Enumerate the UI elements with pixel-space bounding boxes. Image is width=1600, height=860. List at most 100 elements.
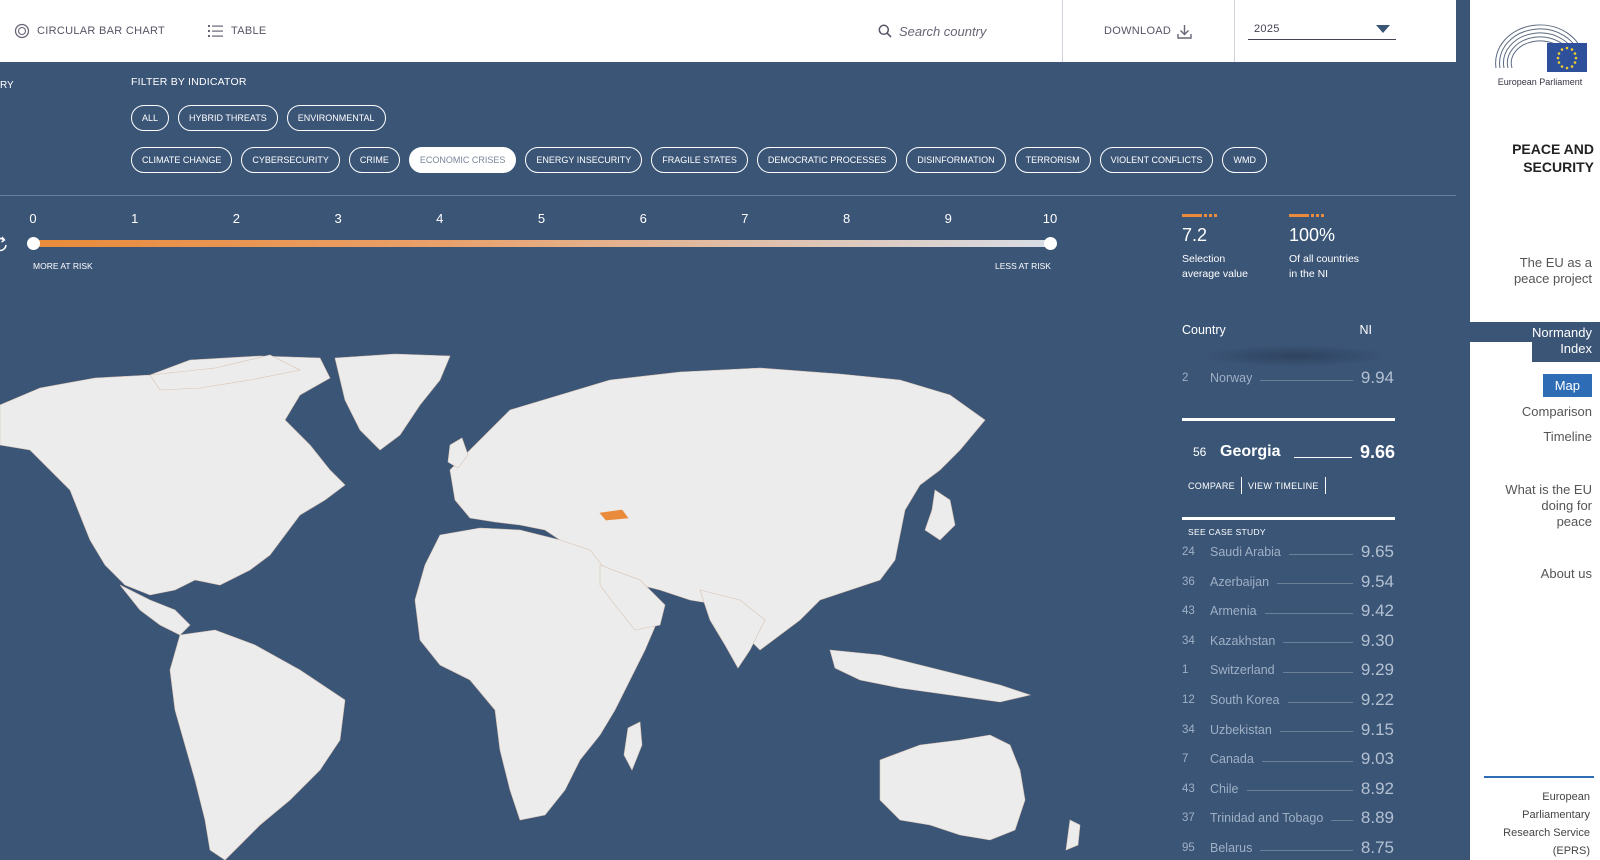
ranking-row[interactable]: 95 Belarus 8.75 bbox=[1182, 838, 1394, 858]
table-tab[interactable]: TABLE bbox=[208, 0, 267, 62]
leader-line bbox=[1287, 701, 1353, 703]
ranking-row[interactable]: 43 Chile 8.92 bbox=[1182, 779, 1394, 799]
range-handle-min[interactable] bbox=[27, 237, 40, 250]
ranking-row[interactable]: 2 Norway 9.94 bbox=[1182, 368, 1394, 388]
ranking-country: Armenia bbox=[1210, 604, 1257, 619]
map-south-america[interactable] bbox=[169, 629, 346, 860]
leader-line bbox=[1331, 819, 1353, 821]
ranking-row[interactable]: 36 Azerbaijan 9.54 bbox=[1182, 572, 1394, 592]
download-icon bbox=[1177, 24, 1192, 39]
map-australia[interactable] bbox=[879, 734, 1026, 841]
scale-tick-label: 2 bbox=[232, 211, 241, 226]
nav-normandy-label: Normandy Index bbox=[1532, 325, 1592, 357]
coverage-label-line-1: Of all countries bbox=[1289, 253, 1360, 265]
filter-group-indicators: CLIMATE CHANGE CYBERSECURITY CRIME ECONOMIC… bbox=[131, 147, 1267, 173]
map-southeast-asia-islands[interactable] bbox=[829, 649, 1032, 703]
ranking-rank: 12 bbox=[1182, 694, 1195, 706]
filter-pill-democratic-processes[interactable]: DEMOCRATIC PROCESSES bbox=[756, 147, 898, 173]
nav-map[interactable]: Map bbox=[1542, 374, 1592, 397]
filter-pill-all[interactable]: ALL bbox=[131, 105, 170, 131]
filter-pill-violent-conflicts[interactable]: VIOLENT CONFLICTS bbox=[1099, 147, 1214, 173]
ranking-country: Saudi Arabia bbox=[1210, 545, 1281, 559]
nav-eu-doing-for-peace[interactable]: What is the EU doing for peace bbox=[1472, 482, 1592, 530]
range-handle-max[interactable] bbox=[1044, 237, 1057, 250]
ranking-value: 9.30 bbox=[1360, 630, 1394, 650]
stat-accent bbox=[1182, 214, 1248, 217]
compare-button[interactable]: COMPARE bbox=[1188, 481, 1235, 491]
ranking-row[interactable]: 43 Armenia 9.42 bbox=[1182, 601, 1394, 621]
filter-pill-energy-insecurity[interactable]: ENERGY INSECURITY bbox=[525, 147, 643, 173]
reset-icon[interactable] bbox=[0, 236, 8, 252]
nav-label-line: peace bbox=[1556, 514, 1592, 529]
filter-pill-fragile-states[interactable]: FRAGILE STATES bbox=[651, 147, 748, 173]
divider bbox=[0, 195, 1456, 196]
nav-about-us[interactable]: About us bbox=[1541, 566, 1592, 582]
chevron-down-icon bbox=[1376, 24, 1390, 33]
divider bbox=[1484, 776, 1594, 778]
ranking-value: 8.92 bbox=[1360, 778, 1394, 798]
search-input[interactable]: Search country bbox=[878, 0, 986, 62]
ranking-country: Switzerland bbox=[1210, 663, 1275, 678]
leader-line bbox=[1282, 671, 1353, 673]
year-value: 2025 bbox=[1254, 22, 1280, 35]
map-greenland[interactable] bbox=[334, 353, 451, 451]
coverage-label: Of all countries in the NI bbox=[1289, 252, 1359, 282]
map-north-america[interactable] bbox=[0, 355, 346, 596]
leader-line bbox=[1288, 553, 1353, 555]
eprs-link[interactable]: European Parliamentary Research Service … bbox=[1480, 788, 1590, 860]
filter-pill-cybersecurity[interactable]: CYBERSECURITY bbox=[241, 147, 340, 173]
ranking-value: 9.42 bbox=[1360, 601, 1394, 621]
nav-timeline[interactable]: Timeline bbox=[1543, 429, 1592, 445]
filter-pill-environmental[interactable]: ENVIRONMENTAL bbox=[286, 105, 386, 131]
filter-pill-climate-change[interactable]: CLIMATE CHANGE bbox=[131, 147, 233, 173]
see-case-study-link[interactable]: SEE CASE STUDY bbox=[1188, 527, 1266, 537]
filter-pill-terrorism[interactable]: TERRORISM bbox=[1014, 147, 1091, 173]
download-button[interactable]: DOWNLOAD bbox=[1104, 0, 1199, 62]
toolbar-divider bbox=[1062, 0, 1063, 62]
filter-pill-hybrid-threats[interactable]: HYBRID THREATS bbox=[178, 105, 278, 131]
filter-pill-economic-crises[interactable]: ECONOMIC CRISES bbox=[408, 147, 517, 173]
filter-pill-disinformation[interactable]: DISINFORMATION bbox=[906, 147, 1006, 173]
ranking-row[interactable]: 1 Switzerland 9.29 bbox=[1182, 660, 1394, 680]
map-japan[interactable] bbox=[924, 489, 956, 541]
ranking-country: Trinidad and Tobago bbox=[1210, 811, 1324, 826]
range-slider-track[interactable] bbox=[33, 240, 1050, 247]
nav-eu-peace-project[interactable]: The EU as a peace project bbox=[1472, 255, 1592, 287]
european-parliament-name: European Parliament bbox=[1497, 77, 1583, 87]
stat-accent bbox=[1289, 214, 1359, 217]
leader-line bbox=[1277, 583, 1353, 585]
year-select[interactable]: 2025 bbox=[1248, 18, 1396, 40]
selected-country-row[interactable]: 56 Georgia 9.66 bbox=[1182, 438, 1395, 466]
circular-bar-chart-tab[interactable]: CIRCULAR BAR CHART bbox=[14, 0, 165, 62]
leader-line bbox=[1294, 456, 1352, 458]
filter-pill-crime[interactable]: CRIME bbox=[348, 147, 400, 173]
right-sidebar: European Parliament PEACE AND SECURITY T… bbox=[1470, 0, 1600, 860]
risk-scale: 0 1 2 3 4 5 6 7 8 9 10 MORE AT RISK LESS AT RISK bbox=[0, 200, 1100, 280]
selected-country-name: Georgia bbox=[1220, 443, 1281, 460]
world-map[interactable] bbox=[0, 350, 1160, 860]
table-label: TABLE bbox=[231, 25, 267, 37]
ranking-row[interactable]: 7 Canada 9.03 bbox=[1182, 749, 1394, 769]
search-placeholder: Search country bbox=[899, 23, 987, 39]
leader-line bbox=[1246, 790, 1353, 792]
scale-tick-label: 9 bbox=[944, 211, 952, 226]
view-timeline-button[interactable]: VIEW TIMELINE bbox=[1248, 481, 1319, 491]
nav-label-line: The EU as a bbox=[1519, 255, 1592, 270]
average-label-line-2: average value bbox=[1182, 268, 1248, 280]
map-madagascar[interactable] bbox=[623, 721, 643, 771]
toolbar-divider bbox=[1234, 0, 1235, 62]
ranking-row[interactable]: 34 Kazakhstan 9.30 bbox=[1182, 631, 1394, 651]
map-new-zealand[interactable] bbox=[1065, 819, 1081, 851]
nav-normandy-index[interactable]: Normandy Index bbox=[1470, 322, 1600, 362]
nav-comparison[interactable]: Comparison bbox=[1522, 404, 1592, 420]
filter-pill-wmd[interactable]: WMD bbox=[1222, 147, 1267, 173]
european-parliament-logo[interactable] bbox=[1492, 18, 1592, 86]
ranking-row[interactable]: 37 Trinidad and Tobago 8.89 bbox=[1182, 808, 1394, 828]
ranking-value: 9.15 bbox=[1360, 719, 1394, 739]
ranking-country: Uzbekistan bbox=[1210, 722, 1272, 737]
ranking-row[interactable]: 24 Saudi Arabia 9.65 bbox=[1182, 542, 1394, 562]
ranking-value: 9.54 bbox=[1360, 571, 1394, 591]
ranking-row[interactable]: 34 Uzbekistan 9.15 bbox=[1182, 720, 1394, 740]
ranking-rank: 1 bbox=[1182, 664, 1189, 677]
ranking-row[interactable]: 12 South Korea 9.22 bbox=[1182, 690, 1394, 710]
